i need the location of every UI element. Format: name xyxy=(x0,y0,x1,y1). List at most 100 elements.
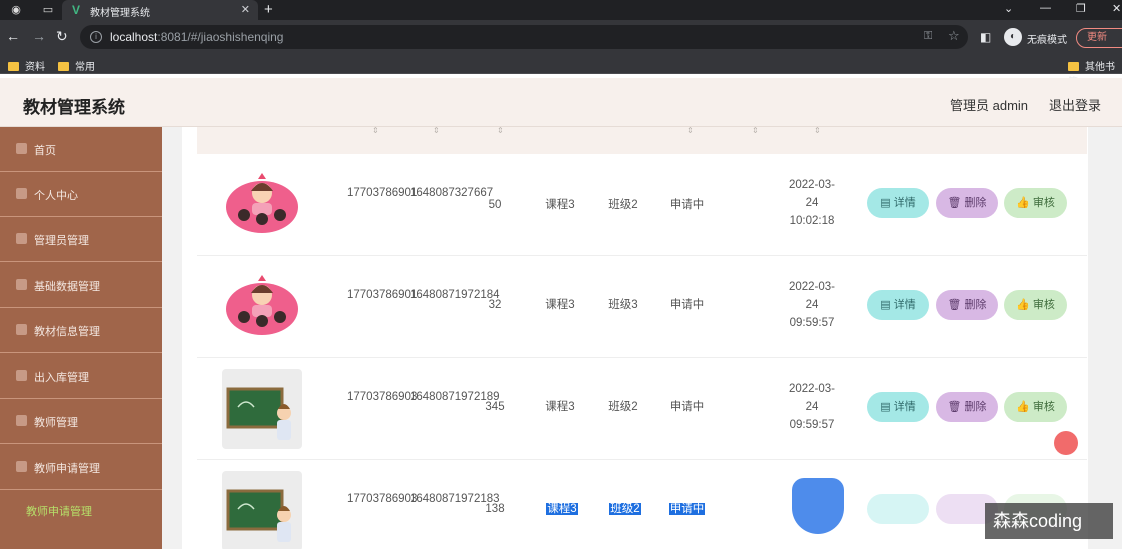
sidebar-item-storage[interactable]: 出入库管理 xyxy=(0,354,162,399)
course-cell: 课程3 xyxy=(545,401,575,413)
watermark: 森森coding xyxy=(985,503,1113,539)
audit-button[interactable]: 👍 审核 xyxy=(1004,290,1067,320)
chevron-down-icon[interactable]: ⌄ xyxy=(1004,2,1013,15)
number-cell: 16480871972183 xyxy=(410,493,500,505)
bookmarks-bar: 资料 常用 其他书签 xyxy=(0,54,1122,88)
teacher-icon xyxy=(16,415,27,426)
delete-button[interactable]: 🗑 删除 xyxy=(936,392,998,422)
app-title: 教材管理系统 xyxy=(23,98,125,117)
apply-icon xyxy=(16,461,27,472)
number-cell: 16480871972184 xyxy=(410,289,500,301)
back-icon[interactable]: ← xyxy=(6,29,20,43)
folder-icon xyxy=(8,62,19,71)
phone-cell: 17703786903 xyxy=(347,493,418,505)
trash-icon: 🗑 xyxy=(947,299,965,311)
restore-icon[interactable]: ❐ xyxy=(1076,2,1086,15)
sort-icon[interactable]: ⇕ xyxy=(497,127,504,135)
cursor-indicator xyxy=(1054,431,1078,455)
table-row: 17703786901 16480871972184 32 课程3 班级3 申请… xyxy=(197,256,1087,358)
trash-icon: 🗑 xyxy=(947,197,965,209)
document-icon: ▤ xyxy=(880,401,894,413)
sidebar-item-home[interactable]: 首页 xyxy=(0,127,162,172)
sidebar-subitem-teacher-apply[interactable]: 教师申请管理 xyxy=(0,490,162,530)
course-cell: 课程3 xyxy=(545,199,575,211)
document-icon: ▤ xyxy=(880,299,894,311)
document-icon: ▤ xyxy=(880,197,894,209)
class-cell: 班级2 xyxy=(608,401,638,413)
sidebar-item-profile[interactable]: 个人中心 xyxy=(0,172,162,217)
tab-title: 教材管理系统 xyxy=(90,8,150,19)
sidebar: 首页 个人中心 管理员管理 基础数据管理 教材信息管理 出入库管理 教师管理 教… xyxy=(0,127,162,549)
textbook-thumbnail xyxy=(222,165,302,245)
reload-icon[interactable]: ↻ xyxy=(56,29,68,43)
globe-icon[interactable]: ◉ xyxy=(8,2,24,18)
audit-button[interactable]: 👍 审核 xyxy=(1004,188,1067,218)
sort-icon[interactable]: ⇕ xyxy=(433,127,440,135)
sort-icon[interactable]: ⇕ xyxy=(372,127,379,135)
textbook-thumbnail xyxy=(222,471,302,549)
table-row: 17703786901 1648087327667 50 课程3 班级2 申请中… xyxy=(197,154,1087,256)
address-bar[interactable]: i localhost:8081/#/jiaoshishenqing ⚿ ☆ xyxy=(80,25,968,49)
sidebar-item-teacher[interactable]: 教师管理 xyxy=(0,399,162,444)
course-cell: 课程3 xyxy=(546,503,578,515)
detail-button[interactable]: ▤ 详情 xyxy=(867,392,929,422)
vue-logo-icon: V xyxy=(72,3,81,17)
window-icon[interactable]: ▭ xyxy=(40,2,56,18)
book-icon xyxy=(16,324,27,335)
thumbs-up-icon: 👍 xyxy=(1016,197,1033,209)
class-cell: 班级2 xyxy=(608,199,638,211)
url-text: localhost:8081/#/jiaoshishenqing xyxy=(110,30,284,44)
phone-cell: 17703786901 xyxy=(347,187,418,199)
status-cell: 申请中 xyxy=(669,299,705,311)
key-icon[interactable]: ⚿ xyxy=(924,30,932,43)
admin-name: 管理员 admin xyxy=(950,98,1029,113)
sort-icon[interactable]: ⇕ xyxy=(687,127,694,135)
bookmark-folder[interactable]: 常用 xyxy=(58,58,95,73)
close-window-icon[interactable]: ✕ xyxy=(1112,2,1121,15)
browser-tab[interactable]: V 教材管理系统 ✕ xyxy=(62,0,258,20)
sidebar-item-teacher-apply[interactable]: 教师申请管理 xyxy=(0,445,162,490)
status-cell: 申请中 xyxy=(668,503,706,515)
thumbs-up-icon: 👍 xyxy=(1016,299,1033,311)
course-cell: 课程3 xyxy=(545,299,575,311)
sidebar-item-textbook[interactable]: 教材信息管理 xyxy=(0,308,162,353)
tab-close-icon[interactable]: ✕ xyxy=(241,3,250,16)
site-info-icon[interactable]: i xyxy=(90,31,102,43)
sidebar-item-basic-data[interactable]: 基础数据管理 xyxy=(0,263,162,308)
browser-toolbar: ← → ↻ i localhost:8081/#/jiaoshishenqing… xyxy=(0,20,1122,54)
folder-icon xyxy=(58,62,69,71)
home-icon xyxy=(16,143,27,154)
bookmark-folder[interactable]: 资料 xyxy=(8,58,45,73)
sidepanel-icon[interactable]: ◧ xyxy=(980,30,991,44)
bookmark-star-icon[interactable]: ☆ xyxy=(948,28,960,44)
delete-button[interactable]: 🗑 删除 xyxy=(936,188,998,218)
detail-button[interactable]: ▤ 详情 xyxy=(867,290,929,320)
table-row: 17703786903 16480871972189 345 课程3 班级2 申… xyxy=(197,358,1087,460)
phone-cell: 17703786901 xyxy=(347,289,418,301)
number-cell: 16480871972189 xyxy=(410,391,500,403)
table-row: 17703786903 16480871972183 138 课程3 班级2 申… xyxy=(197,460,1087,549)
detail-button[interactable] xyxy=(867,494,929,524)
delete-button[interactable]: 🗑 删除 xyxy=(936,290,998,320)
new-tab-icon[interactable]: + xyxy=(264,1,273,18)
sort-icon[interactable]: ⇕ xyxy=(814,127,821,135)
trash-icon: 🗑 xyxy=(947,401,965,413)
selection-blob xyxy=(792,478,844,534)
teacher-board-icon xyxy=(226,387,291,440)
update-button[interactable]: 更新 xyxy=(1076,28,1122,48)
teacher-board-icon xyxy=(226,489,291,542)
forward-icon[interactable]: → xyxy=(32,29,46,43)
qty-cell: 345 xyxy=(485,401,505,413)
incognito-label: 无痕模式 xyxy=(1027,35,1067,46)
logout-link[interactable]: 退出登录 xyxy=(1049,95,1101,114)
class-cell: 班级3 xyxy=(608,299,638,311)
number-cell: 1648087327667 xyxy=(410,187,494,199)
sort-icon[interactable]: ⇕ xyxy=(752,127,759,135)
detail-button[interactable]: ▤ 详情 xyxy=(867,188,929,218)
audit-button[interactable]: 👍 审核 xyxy=(1004,392,1067,422)
minimize-icon[interactable]: — xyxy=(1040,2,1051,14)
time-cell: 2022-03-24 10:02:18 xyxy=(788,179,836,227)
phone-cell: 17703786903 xyxy=(347,391,418,403)
sidebar-item-admin[interactable]: 管理员管理 xyxy=(0,217,162,262)
app-header: 教材管理系统 管理员 admin 退出登录 xyxy=(0,78,1122,127)
